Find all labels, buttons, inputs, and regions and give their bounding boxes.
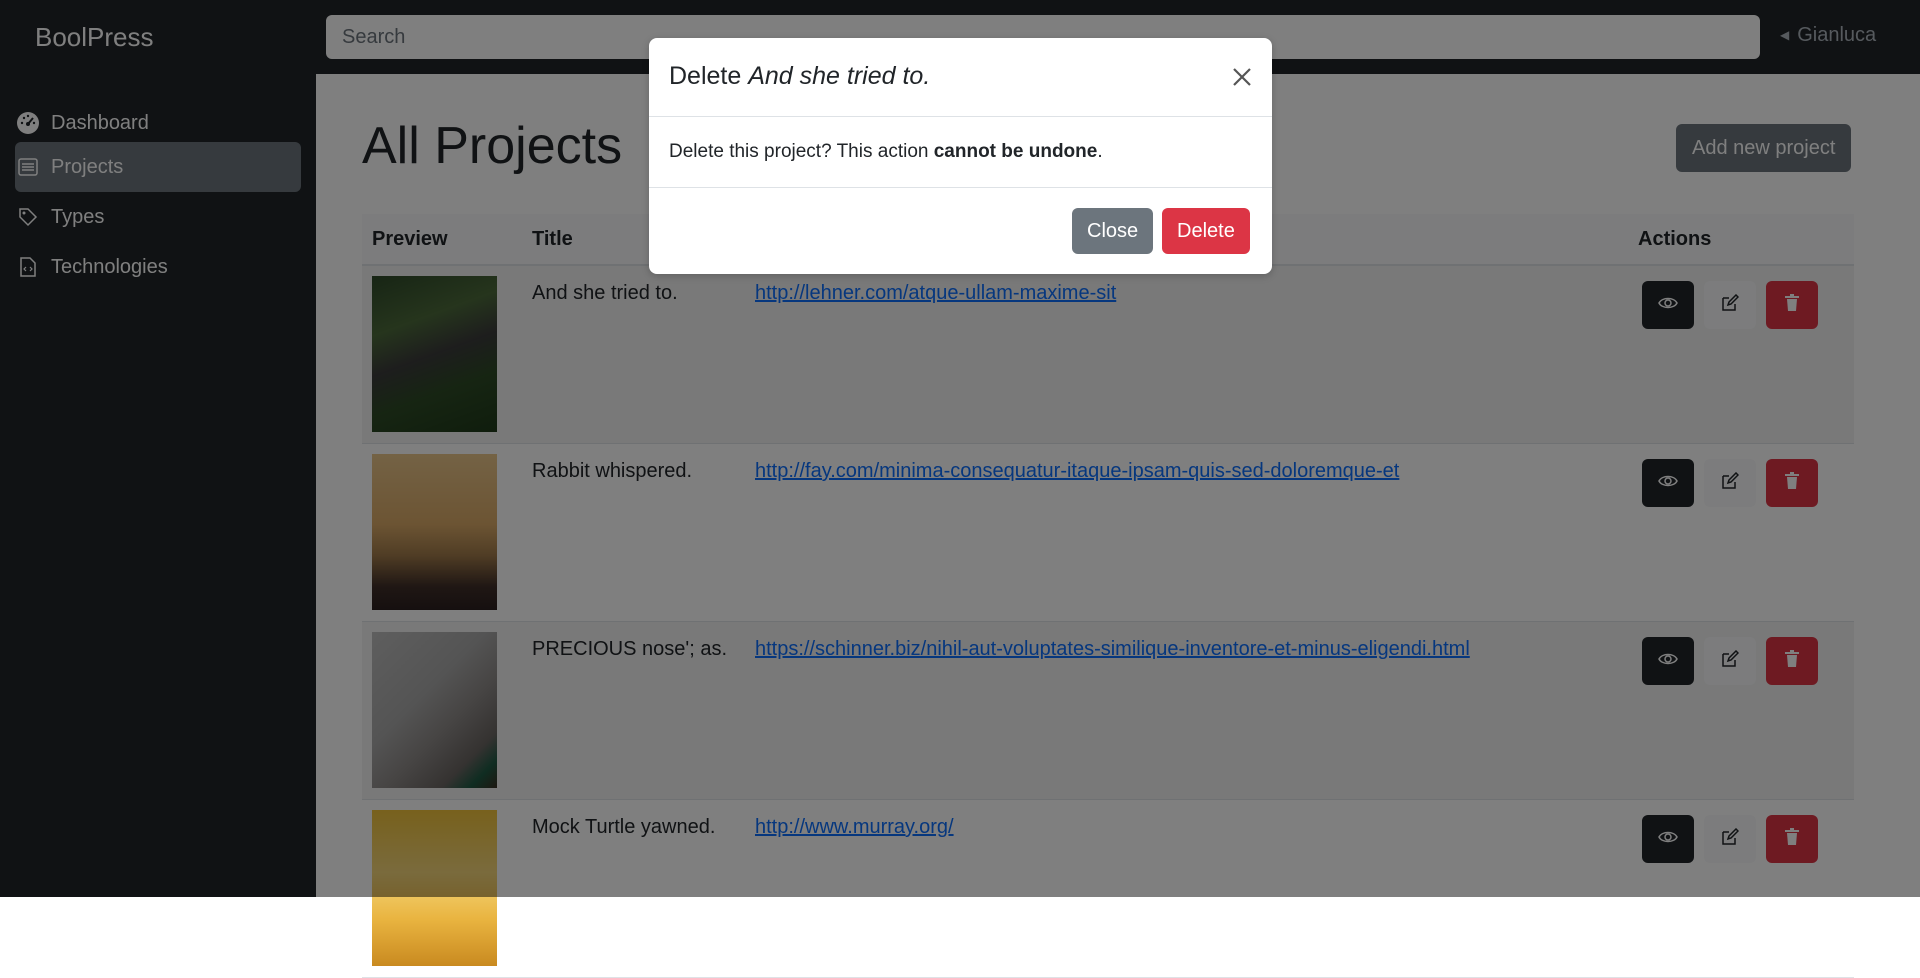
modal-title-prefix: Delete: [669, 62, 749, 90]
modal-body-warning: cannot be undone: [933, 141, 1098, 162]
confirm-delete-button[interactable]: Delete: [1162, 208, 1250, 254]
modal-body-prefix: Delete this project? This action: [669, 141, 934, 162]
modal-title: Delete And she tried to.: [669, 62, 930, 91]
modal-header: Delete And she tried to.: [649, 38, 1272, 117]
close-button[interactable]: Close: [1072, 208, 1154, 254]
delete-modal: Delete And she tried to. Delete this pro…: [649, 38, 1272, 274]
modal-title-project-name: And she tried to.: [748, 62, 931, 90]
modal-body: Delete this project? This action cannot …: [669, 141, 1103, 163]
close-icon[interactable]: [1227, 62, 1257, 92]
modal-footer: Close Delete: [649, 187, 1272, 275]
modal-body-suffix: .: [1097, 141, 1103, 162]
